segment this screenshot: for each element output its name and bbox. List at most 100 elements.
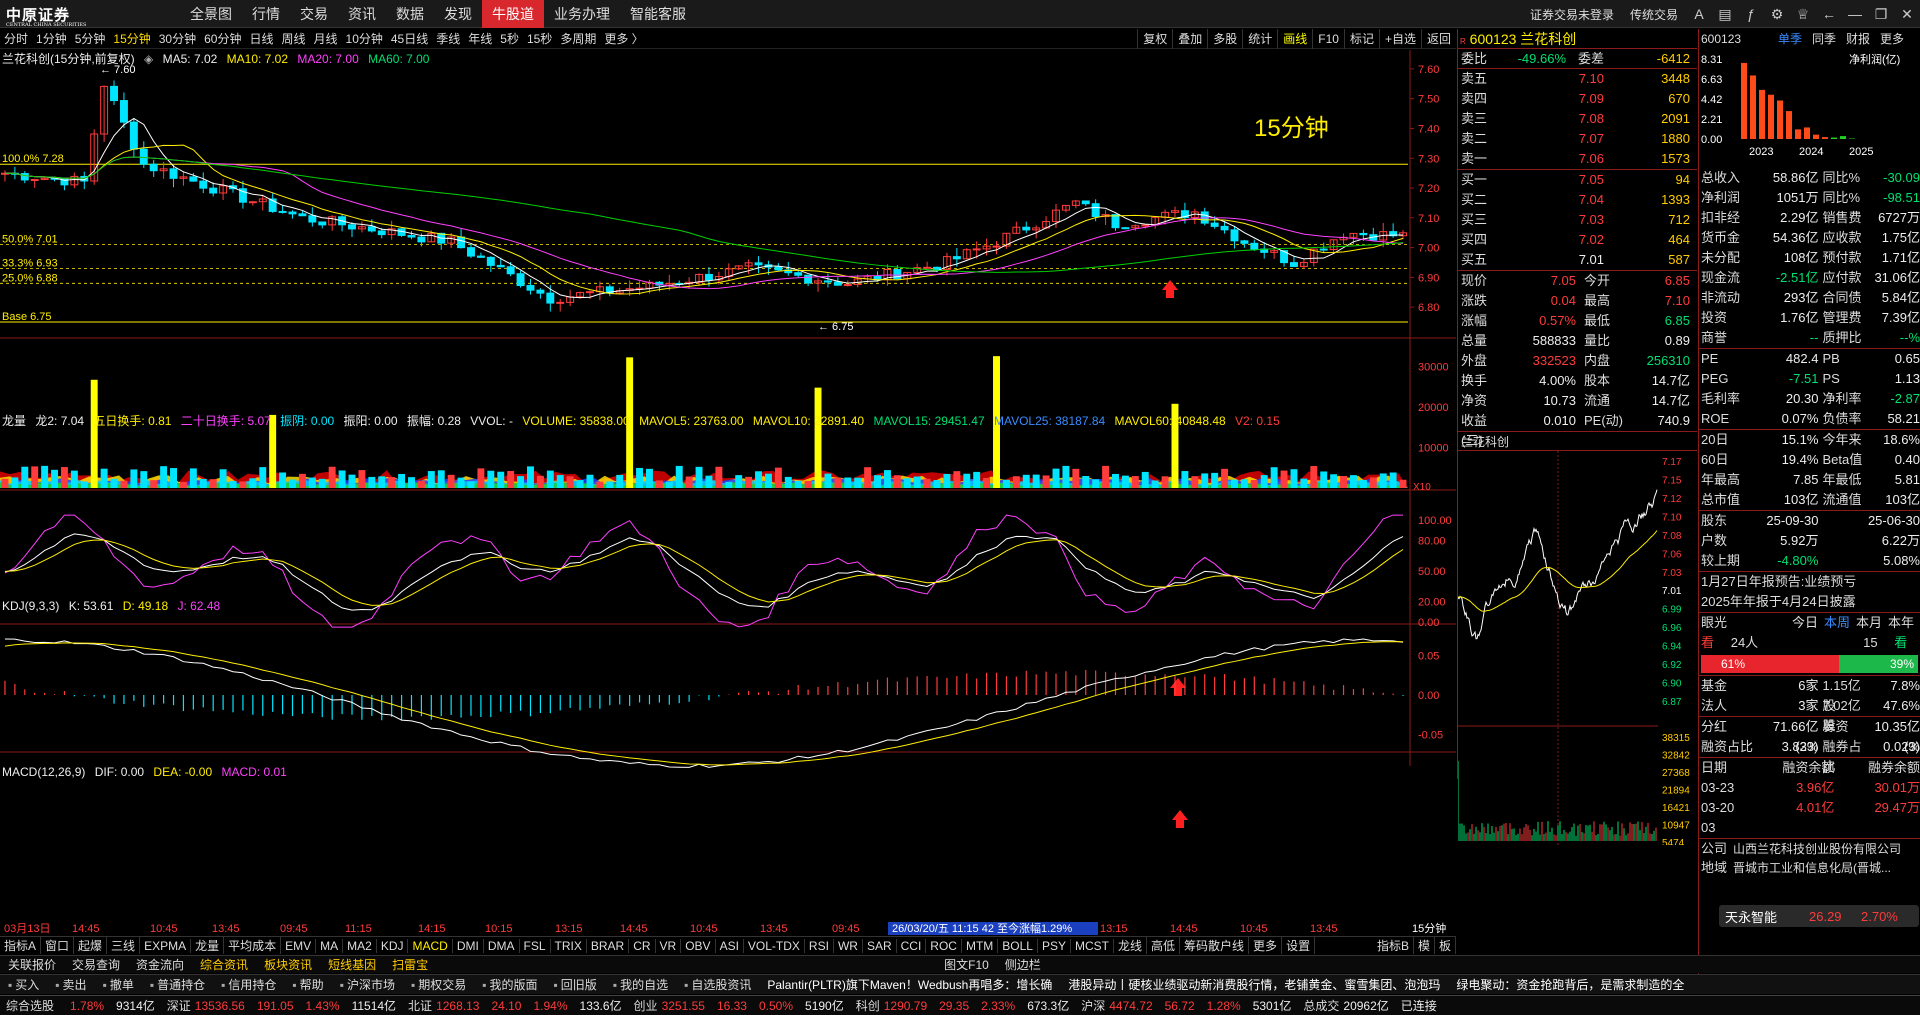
status-item[interactable]: 24.10 xyxy=(485,999,527,1013)
news-ticker[interactable]: Palantir(PLTR)旗下Maven！Wedbush再唱多：增长确 xyxy=(759,976,1060,993)
chart-tool-5[interactable]: F10 xyxy=(1312,29,1344,49)
status-item[interactable]: 创业 3251.55 xyxy=(628,997,711,1014)
ask-row[interactable]: 卖一 7.06 1573 xyxy=(1458,149,1697,169)
period-11[interactable]: 季线 xyxy=(432,30,464,47)
indicator-tab-33[interactable]: 筹码散户线 xyxy=(1180,937,1250,954)
status-item[interactable]: 5190亿 xyxy=(799,997,850,1014)
fin-tab-0[interactable]: 单季 xyxy=(1773,29,1807,49)
ask-row[interactable]: 卖二 7.07 1880 xyxy=(1458,129,1697,149)
font-size-icon[interactable]: A xyxy=(1686,6,1712,22)
news-ticker-3[interactable]: 绿电聚动：资金抢跑背后，是需求制造的全 xyxy=(1448,976,1692,993)
indicator-tab-30[interactable]: MCST xyxy=(1071,938,1114,953)
period-16[interactable]: 更多 〉 xyxy=(600,30,647,47)
bid-row[interactable]: 买四 7.02 464 xyxy=(1458,230,1697,250)
trade-btn-4[interactable]: ▪ 信用持仓 xyxy=(213,976,284,993)
back-arrow-icon[interactable]: ← xyxy=(1816,6,1842,22)
trade-btn-8[interactable]: ▪ 我的版面 xyxy=(474,976,545,993)
ask-row[interactable]: 卖四 7.09 670 xyxy=(1458,89,1697,109)
indicator-tab-3[interactable]: 三线 xyxy=(107,937,141,954)
period-5[interactable]: 60分钟 xyxy=(200,30,245,47)
eye-tab-3[interactable]: 本年 xyxy=(1885,613,1917,633)
status-item[interactable]: 综合选股 xyxy=(0,997,64,1014)
bid-row[interactable]: 买一 7.05 94 xyxy=(1458,170,1697,190)
ai-badge[interactable]: 天永智能 26.29 2.70% xyxy=(1719,905,1919,927)
period-4[interactable]: 30分钟 xyxy=(155,30,200,47)
indicator-tab-34[interactable]: 更多 xyxy=(1249,937,1283,954)
info-link-3[interactable]: 综合资讯 xyxy=(192,956,256,973)
status-item[interactable]: 已连接 xyxy=(1395,997,1443,1014)
period-14[interactable]: 15秒 xyxy=(523,30,556,47)
news-ticker-2[interactable]: 港股异动丨硬核业绩驱动新消费股行情，老铺黄金、蜜雪集团、泡泡玛 xyxy=(1060,976,1448,993)
menu-item-2[interactable]: 交易 xyxy=(290,0,338,28)
indicator-tab-17[interactable]: CR xyxy=(629,938,656,953)
status-item[interactable]: 2.33% xyxy=(975,999,1021,1013)
indicator-tab-25[interactable]: CCI xyxy=(897,938,927,953)
indicator-tab-35[interactable]: 设置 xyxy=(1282,937,1316,954)
bid-row[interactable]: 买三 7.03 712 xyxy=(1458,210,1697,230)
fin-tab-1[interactable]: 同季 xyxy=(1807,29,1841,49)
shirt-icon[interactable]: ♕ xyxy=(1790,6,1816,23)
chart-tool-3[interactable]: 统计 xyxy=(1242,29,1277,49)
indicator-tab-18[interactable]: VR xyxy=(656,938,682,953)
trade-btn-7[interactable]: ▪ 期权交易 xyxy=(403,976,474,993)
status-item[interactable]: 1.78% xyxy=(64,999,110,1013)
indicator-tab-20[interactable]: ASI xyxy=(716,938,744,953)
info-link-0[interactable]: 关联报价 xyxy=(0,956,64,973)
indicator-tab-9[interactable]: MA2 xyxy=(343,938,377,953)
status-item[interactable]: 191.05 xyxy=(251,999,300,1013)
menu-item-3[interactable]: 资讯 xyxy=(338,0,386,28)
indicator-tab-26[interactable]: ROC xyxy=(926,938,962,953)
menu-item-8[interactable]: 智能客服 xyxy=(620,0,696,28)
period-15[interactable]: 多周期 xyxy=(556,30,600,47)
ask-row[interactable]: 卖三 7.08 2091 xyxy=(1458,109,1697,129)
login-status[interactable]: 证券交易未登录 xyxy=(1522,6,1622,23)
status-item[interactable]: 133.6亿 xyxy=(574,997,628,1014)
bid-row[interactable]: 买五 7.01 587 xyxy=(1458,250,1697,270)
period-2[interactable]: 5分钟 xyxy=(71,30,110,47)
indicator-tab-0[interactable]: 指标A xyxy=(0,937,42,954)
menu-item-6[interactable]: 牛股道 xyxy=(482,0,544,28)
menu-item-1[interactable]: 行情 xyxy=(242,0,290,28)
side-link-1[interactable]: 侧边栏 xyxy=(997,956,1049,973)
indicator-tab-13[interactable]: DMA xyxy=(484,938,520,953)
period-7[interactable]: 周线 xyxy=(277,30,309,47)
chart-icon[interactable]: ▤ xyxy=(1712,6,1738,23)
status-item[interactable]: 1.94% xyxy=(527,999,573,1013)
indicator-tab-8[interactable]: MA xyxy=(316,938,344,953)
eye-tab-0[interactable]: 今日 xyxy=(1789,613,1821,633)
trade-btn-0[interactable]: ▪ 买入 xyxy=(0,976,47,993)
trade-btn-2[interactable]: ▪ 撤单 xyxy=(95,976,142,993)
period-12[interactable]: 年线 xyxy=(464,30,496,47)
chart-tool-6[interactable]: 标记 xyxy=(1343,29,1379,49)
menu-item-0[interactable]: 全景图 xyxy=(180,0,242,28)
indicator-tab-22[interactable]: RSI xyxy=(805,938,834,953)
chart-tool-8[interactable]: 返回 xyxy=(1420,29,1456,49)
indicator-tab-7[interactable]: EMV xyxy=(281,938,317,953)
indicator-tab-6[interactable]: 平均成本 xyxy=(224,937,282,954)
status-item[interactable]: 深证 13536.56 xyxy=(161,997,251,1014)
indicator-tab-4[interactable]: EXPMA xyxy=(140,938,192,953)
intraday-mini-chart[interactable]: 7.17 7.15 7.12 7.10 7.08 7.06 7.03 7.01 6.99 6.96… xyxy=(1457,451,1698,849)
status-item[interactable]: 56.72 xyxy=(1159,999,1201,1013)
indicator-tab-2[interactable]: 起爆 xyxy=(74,937,108,954)
trade-btn-1[interactable]: ▪ 卖出 xyxy=(47,976,94,993)
indicator-tab-28[interactable]: BOLL xyxy=(998,938,1038,953)
chart-tool-0[interactable]: 复权 xyxy=(1137,29,1172,49)
period-1[interactable]: 1分钟 xyxy=(32,30,71,47)
menu-item-5[interactable]: 发现 xyxy=(434,0,482,28)
chart-tool-4[interactable]: 画线 xyxy=(1277,29,1312,49)
info-link-2[interactable]: 资金流向 xyxy=(128,956,192,973)
indicator-tab-27[interactable]: MTM xyxy=(962,938,999,953)
info-link-6[interactable]: 扫雷宝 xyxy=(384,956,436,973)
status-item[interactable]: 5301亿 xyxy=(1247,997,1298,1014)
trade-btn-11[interactable]: ▪ 自选股资讯 xyxy=(676,976,759,993)
indicator-tab-29[interactable]: PSY xyxy=(1038,938,1071,953)
eye-tab-1[interactable]: 本周 xyxy=(1821,613,1853,633)
indicator-tab-14[interactable]: FSL xyxy=(520,938,551,953)
trade-btn-5[interactable]: ▪ 帮助 xyxy=(284,976,331,993)
indicator-tab-21[interactable]: VOL-TDX xyxy=(744,938,805,953)
kline-chart-area[interactable]: 7.60 7.50 7.40 7.30 7.20 7.10 7.00 6.90 6.80 100.… xyxy=(0,50,1456,936)
side-link-0[interactable]: 图文F10 xyxy=(936,956,997,973)
ask-row[interactable]: 卖五 7.10 3448 xyxy=(1458,69,1697,89)
menu-item-4[interactable]: 数据 xyxy=(386,0,434,28)
